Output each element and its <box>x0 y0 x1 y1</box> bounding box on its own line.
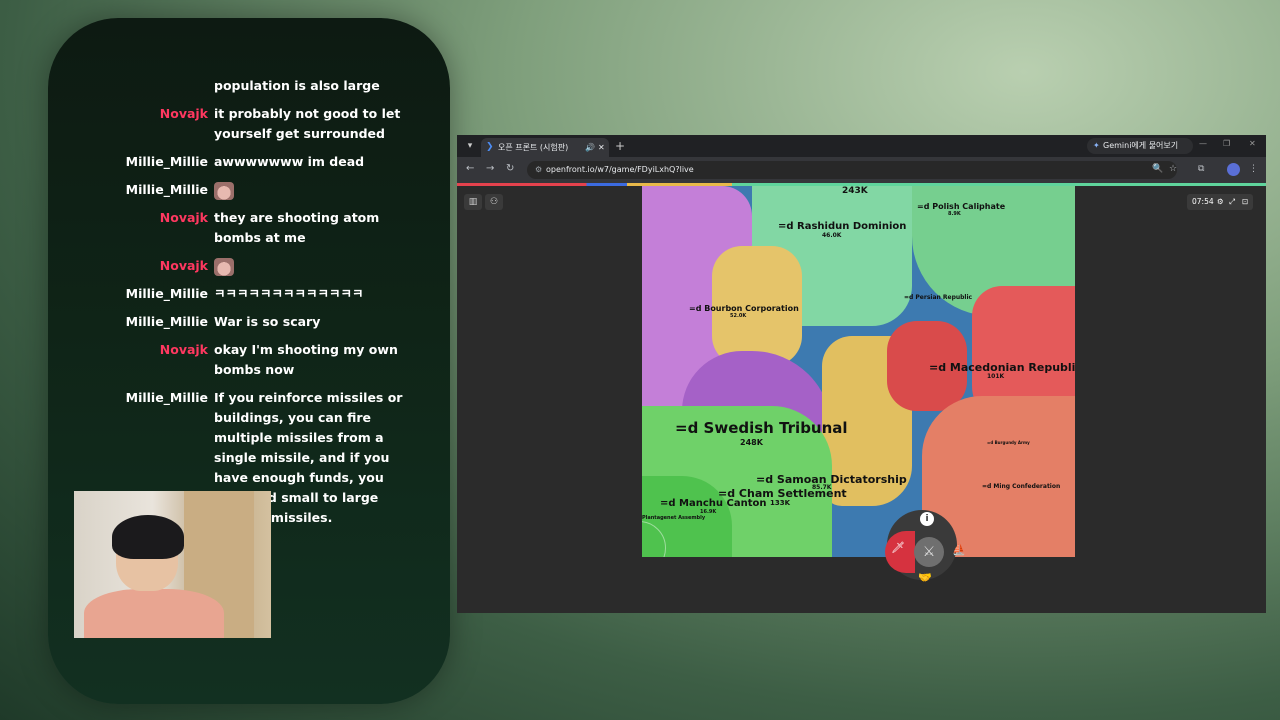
game-map[interactable]: 243K =d Rashidun Dominion 46.0K =d Polis… <box>642 186 1075 557</box>
nation-label-macedonian: =d Macedonian Republic <box>929 361 1075 374</box>
game-top-controls: 07:54 ⚙ ⤢ ⊡ <box>1187 194 1253 210</box>
gemini-button[interactable]: ✦ Gemini에게 물어보기 <box>1087 138 1193 154</box>
nation-pop-rashidun: 46.0K <box>822 232 842 239</box>
chat-text: okay I'm shooting my own bombs now <box>214 342 398 377</box>
chat-username: Novajk <box>159 342 208 357</box>
gemini-spark-icon: ✦ <box>1093 141 1100 150</box>
nation-pop-macedonian: 101K <box>987 373 1005 380</box>
nation-pop-polish: 8.9K <box>948 211 961 217</box>
streamer-hair <box>112 515 184 559</box>
nation-pop-cham: 133K <box>770 499 791 507</box>
chat-text: War is so scary <box>214 314 321 329</box>
forward-icon[interactable]: → <box>486 163 494 175</box>
openfront-favicon-icon: ❯ <box>486 142 494 152</box>
nation-label-burgundy: =d Burgundy Army <box>987 440 1030 445</box>
nation-label-plantagenet: Plantagenet Assembly <box>642 515 706 521</box>
profile-avatar[interactable] <box>1227 163 1240 176</box>
nation-label-polish: =d Polish Caliphate <box>917 202 1006 211</box>
gemini-label: Gemini에게 물어보기 <box>1103 141 1179 150</box>
chat-message: Millie_Millie <box>48 180 450 200</box>
nation-label-samoan: =d Samoan Dictatorship <box>756 473 907 486</box>
address-bar: ← → ↻ ⚙ openfront.io/w7/game/FDyiLxhQ?li… <box>457 157 1266 183</box>
window-close-icon[interactable]: ✕ <box>1249 139 1256 148</box>
nation-label-bourbon: =d Bourbon Corporation <box>689 304 799 313</box>
reload-icon[interactable]: ↻ <box>506 163 514 175</box>
tab-title: 오픈 프론트 (시험판) <box>498 143 569 152</box>
chat-text: ㅋㅋㅋㅋㅋㅋㅋㅋㅋㅋㅋㅋㅋ <box>214 286 364 301</box>
chat-message: Novajk okay I'm shooting my own bombs no… <box>48 340 450 380</box>
chat-text: population is also large <box>214 78 380 93</box>
exit-icon[interactable]: ⊡ <box>1242 194 1248 210</box>
chat-message: Millie_Millie War is so scary <box>48 312 450 332</box>
chat-username: Novajk <box>159 210 208 225</box>
nation-label-persian: =d Persian Republic <box>904 294 973 301</box>
chat-message: Millie_Millie awwwwwww im dead <box>48 152 450 172</box>
chat-message: Novajk it probably not good to let yours… <box>48 104 450 144</box>
minimize-icon[interactable]: — <box>1199 139 1207 148</box>
webcam-feed <box>74 491 271 638</box>
chat-username: Novajk <box>159 258 208 273</box>
nation-pop-bourbon: 52.0K <box>730 313 747 319</box>
chat-text: it probably not good to let yourself get… <box>214 106 401 141</box>
nation-label-swedish: =d Swedish Tribunal <box>675 419 848 437</box>
boat-icon[interactable]: ⛵ <box>952 543 966 556</box>
zoom-icon[interactable]: 🔍 <box>1152 164 1163 174</box>
nation-label-rashidun: =d Rashidun Dominion <box>778 221 907 232</box>
nation-label-ming: =d Ming Confederation <box>982 483 1061 490</box>
radial-center-button[interactable]: ⚔ <box>914 537 944 567</box>
maximize-icon[interactable]: ❐ <box>1223 139 1230 148</box>
url-text: openfront.io/w7/game/FDyiLxhQ?live <box>546 165 694 174</box>
chat-text: awwwwwww im dead <box>214 154 365 169</box>
chat-text <box>214 256 404 276</box>
chat-message: Millie_Millie ㅋㅋㅋㅋㅋㅋㅋㅋㅋㅋㅋㅋㅋ <box>48 284 450 304</box>
streamer-body <box>84 589 224 638</box>
new-tab-button[interactable]: + <box>615 138 625 154</box>
site-info-icon[interactable]: ⚙ <box>535 161 542 179</box>
tab-openfront[interactable]: ❯ 오픈 프론트 (시험판) 🔊 ✕ <box>481 138 609 157</box>
cat-emote-icon <box>214 181 234 200</box>
chat-username: Millie_Millie <box>125 182 208 197</box>
handshake-alliance-icon[interactable]: 🤝 <box>918 571 932 584</box>
chat-username: Millie_Millie <box>125 390 208 405</box>
nation-pop-top: 243K <box>842 186 868 196</box>
chat-message: Novajk they are shooting atom bombs at m… <box>48 208 450 248</box>
extensions-icon[interactable]: ⧉ <box>1198 164 1204 174</box>
bookmark-star-icon[interactable]: ☆ <box>1169 164 1177 174</box>
game-timer: 07:54 <box>1192 197 1214 206</box>
speaker-icon[interactable]: 🔊 <box>585 138 595 157</box>
chat-message: population is also large <box>48 76 450 96</box>
close-icon[interactable]: ✕ <box>598 138 605 157</box>
browser-window: ▾ ❯ 오픈 프론트 (시험판) 🔊 ✕ + ✦ Gemini에게 물어보기 —… <box>457 135 1266 613</box>
tab-search-icon[interactable]: ▾ <box>463 139 477 153</box>
chat-text: they are shooting atom bombs at me <box>214 210 380 245</box>
nation-pop-swedish: 248K <box>740 438 763 447</box>
nation-label-manchu: =d Manchu Canton <box>660 498 767 509</box>
game-viewport[interactable]: ▥ ⚇ 07:54 ⚙ ⤢ ⊡ 243K =d Rashidun Dominio… <box>457 186 1266 613</box>
settings-gear-icon[interactable]: ⚙ <box>1217 194 1224 210</box>
chat-username: Novajk <box>159 106 208 121</box>
leaderboard-icon[interactable]: ▥ <box>464 194 482 210</box>
team-icon[interactable]: ⚇ <box>485 194 503 210</box>
chat-text <box>214 180 404 200</box>
tab-bar: ▾ ❯ 오픈 프론트 (시험판) 🔊 ✕ + ✦ Gemini에게 물어보기 —… <box>457 135 1266 157</box>
chat-message: Novajk <box>48 256 450 276</box>
cat-emote-icon <box>214 257 234 276</box>
kebab-menu-icon[interactable]: ⋮ <box>1249 164 1258 174</box>
chat-list: population is also large Novajk it proba… <box>48 76 450 536</box>
chat-username: Millie_Millie <box>125 286 208 301</box>
chat-username: Millie_Millie <box>125 154 208 169</box>
back-icon[interactable]: ← <box>466 163 474 175</box>
fullscreen-icon[interactable]: ⤢ <box>1229 194 1235 210</box>
url-input[interactable]: ⚙ openfront.io/w7/game/FDyiLxhQ?live <box>527 161 1177 179</box>
chat-username: Millie_Millie <box>125 314 208 329</box>
sword-attack-icon[interactable]: 🗡 <box>891 541 905 554</box>
info-icon[interactable]: i <box>920 512 934 526</box>
